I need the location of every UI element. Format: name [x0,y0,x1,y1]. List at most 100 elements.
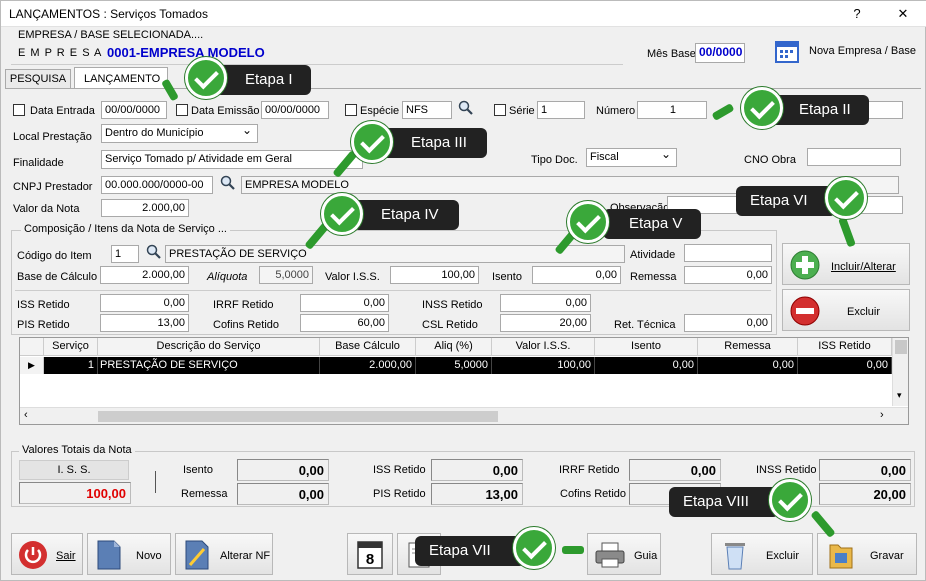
sair-button[interactable]: Sair [11,533,83,575]
pis-retido-label: PIS Retido [17,319,70,331]
grid-header-iss-retido[interactable]: ISS Retido [798,338,892,356]
incluir-alterar-button[interactable]: Incluir/Alterar [782,243,910,285]
empresa-base-label: EMPRESA / BASE SELECIONADA.... [18,29,204,41]
grid-cell-base[interactable]: 2.000,00 [320,357,416,374]
power-icon [18,540,48,570]
grid-header-servico[interactable]: Serviço [44,338,98,356]
grid-header-isento[interactable]: Isento [595,338,698,356]
etapa-2-arrow [711,103,735,121]
plus-icon [790,250,820,280]
etapa-7-arrow [562,546,584,554]
alterar-nf-label: Alterar NF [220,550,271,562]
grid-header-remessa[interactable]: Remessa [698,338,798,356]
valor-iss-input[interactable]: 100,00 [390,266,479,284]
base-calculo-input[interactable]: 2.000,00 [100,266,189,284]
total-irrf-label: IRRF Retido [559,464,620,476]
lancamentos-window: LANÇAMENTOS : Serviços Tomados ? ✕ EMPRE… [0,0,926,581]
remessa-label: Remessa [630,271,677,283]
atividade-input[interactable] [684,244,772,262]
itens-grid[interactable]: Serviço Descrição do Serviço Base Cálcul… [19,337,909,425]
aliquota-input[interactable]: 5,0000 [259,266,313,284]
irrf-retido-input[interactable]: 0,00 [300,294,389,312]
grid-cell-descricao[interactable]: PRESTAÇÃO DE SERVIÇO [98,357,320,374]
especie-input[interactable]: NFS [402,101,452,119]
csl-retido-input[interactable]: 20,00 [500,314,591,332]
scroll-down-icon[interactable]: ▾ [897,390,902,401]
grid-vscrollbar[interactable]: ▾ [892,338,908,406]
data-emissao-label: Data Emissão [191,105,260,117]
especie-checkbox[interactable] [345,104,357,116]
pis-retido-input[interactable]: 13,00 [100,314,189,332]
save-folder-icon [826,538,856,572]
tab-divider [5,88,921,89]
tipo-doc-select[interactable]: Fiscal [586,148,677,167]
help-button[interactable]: ? [844,3,870,25]
cnpj-input[interactable]: 00.000.000/0000-00 [101,176,213,194]
total-inss-value: 0,00 [819,459,911,481]
etapa-8-badge: Etapa VIII [669,487,779,517]
total-iss-retido-label: ISS Retido [373,464,426,476]
total-csl-value: 20,00 [819,483,911,505]
grid-hscrollbar[interactable]: ‹ › [20,407,908,424]
excluir-item-button[interactable]: Excluir [782,289,910,331]
novo-button[interactable]: Novo [87,533,171,575]
close-button[interactable]: ✕ [890,3,916,25]
data-emissao-checkbox[interactable] [176,104,188,116]
grid-hscroll-thumb[interactable] [98,411,498,422]
grid-cell-valor-iss[interactable]: 100,00 [492,357,595,374]
grid-cell-isento[interactable]: 0,00 [595,357,698,374]
grid-cell-servico[interactable]: 1 [44,357,98,374]
printer-icon [594,540,626,570]
total-iss-retido-value: 0,00 [431,459,523,481]
etapa-3-check-icon [351,121,393,163]
scroll-left-icon[interactable]: ‹ [24,409,28,421]
totais-separator [155,471,156,493]
codigo-item-input[interactable]: 1 [111,245,139,263]
remessa-input[interactable]: 0,00 [684,266,772,284]
gravar-button[interactable]: Gravar [817,533,917,575]
iss-retido-input[interactable]: 0,00 [100,294,189,312]
excluir-nf-button[interactable]: Excluir [711,533,813,575]
cnpj-search-icon[interactable] [219,174,237,192]
cofins-retido-input[interactable]: 60,00 [300,314,389,332]
valor-nota-input[interactable]: 2.000,00 [101,199,189,217]
data-entrada-checkbox[interactable] [13,104,25,116]
grid-header-base[interactable]: Base Cálculo [320,338,416,356]
cno-obra-input[interactable] [807,148,901,166]
grid-header-valor-iss[interactable]: Valor I.S.S. [492,338,595,356]
nova-empresa-button[interactable]: Nova Empresa / Base [769,37,917,65]
grid-header-descricao[interactable]: Descrição do Serviço [98,338,320,356]
calendar-day-icon: 8 [356,538,384,570]
tab-lancamento[interactable]: LANÇAMENTO [74,67,168,89]
calendar-button[interactable]: 8 [347,533,393,575]
ret-tecnica-input[interactable]: 0,00 [684,314,772,332]
valor-iss-label: Valor I.S.S. [325,271,380,283]
grid-cell-iss-retido[interactable]: 0,00 [798,357,892,374]
alterar-nf-button[interactable]: Alterar NF [175,533,273,575]
isento-input[interactable]: 0,00 [532,266,621,284]
especie-label: Espécie [360,105,400,117]
grid-cell-remessa[interactable]: 0,00 [698,357,798,374]
etapa-5-badge: Etapa V [603,209,701,239]
data-entrada-input[interactable]: 00/00/0000 [101,101,167,119]
grid-vscroll-thumb[interactable] [895,340,907,354]
etapa-6-badge: Etapa VI [736,186,836,216]
local-prestacao-select[interactable]: Dentro do Município [101,124,258,143]
serie-checkbox[interactable] [494,104,506,116]
tipo-doc-label: Tipo Doc. [531,154,578,166]
inss-retido-input[interactable]: 0,00 [500,294,591,312]
tab-pesquisa[interactable]: PESQUISA [5,69,71,88]
serie-input[interactable]: 1 [537,101,585,119]
etapa-1-check-icon [185,57,227,99]
etapa-1-arrow [161,78,179,102]
finalidade-select[interactable]: Serviço Tomado p/ Atividade em Geral [101,150,363,169]
grid-header-aliq[interactable]: Aliq (%) [416,338,492,356]
item-search-icon[interactable] [145,243,163,261]
especie-search-icon[interactable] [457,99,475,117]
grid-cell-aliq[interactable]: 5,0000 [416,357,492,374]
composicao-title: Composição / Itens da Nota de Serviço ..… [21,223,230,235]
guia-button[interactable]: Guia [587,533,661,575]
scroll-right-icon[interactable]: › [880,409,884,421]
data-emissao-input[interactable]: 00/00/0000 [261,101,329,119]
numero-input[interactable]: 1 [637,101,707,119]
